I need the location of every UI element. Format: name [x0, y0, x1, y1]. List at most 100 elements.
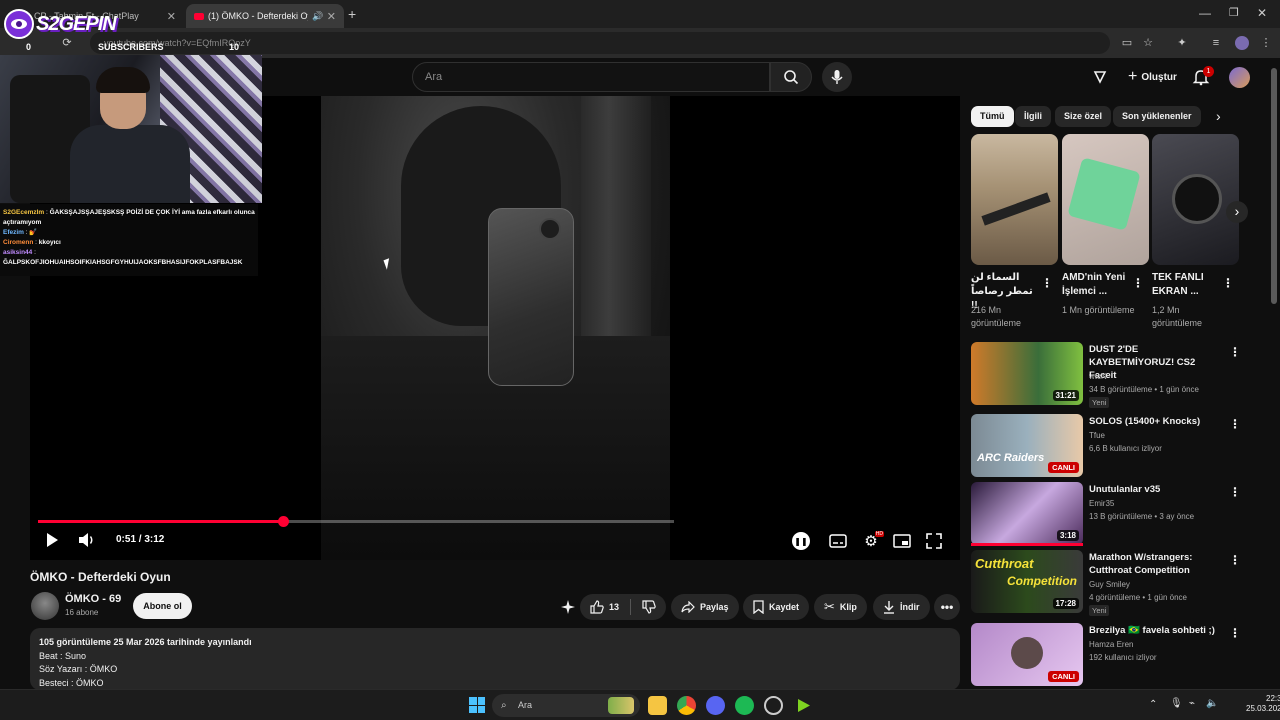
short-title[interactable]: AMD'nin Yeni İşlemci ...	[1062, 271, 1132, 299]
profile-icon[interactable]	[1235, 36, 1249, 50]
recommended-menu-icon[interactable]: ⋮	[1229, 626, 1241, 640]
like-button[interactable]: 13	[590, 600, 619, 614]
close-tab-icon[interactable]: ✕	[167, 10, 176, 23]
tray-chevron-icon[interactable]: ⌃	[1149, 699, 1157, 710]
settings-button[interactable]: ⚙ HD	[860, 531, 884, 551]
discord-icon[interactable]	[706, 696, 725, 715]
recommended-menu-icon[interactable]: ⋮	[1229, 345, 1241, 359]
recommended-channel[interactable]: wtcN	[1089, 370, 1229, 383]
spotify-icon[interactable]	[735, 696, 754, 715]
clip-button[interactable]: ✂ Klip	[814, 594, 867, 620]
more-actions-button[interactable]: •••	[934, 594, 960, 620]
new-tab-button[interactable]: +	[348, 6, 356, 22]
short-title[interactable]: TEK FANLI EKRAN ...	[1152, 271, 1222, 299]
recommended-meta: 192 kullanıcı izliyor	[1089, 653, 1157, 662]
search-button[interactable]	[770, 62, 812, 92]
premium-icon[interactable]	[1092, 69, 1108, 85]
recommended-thumbnail[interactable]: 3:18	[971, 482, 1083, 545]
download-button[interactable]: İndir	[873, 594, 930, 620]
short-cpu-shape	[1067, 157, 1141, 231]
recommended-menu-icon[interactable]: ⋮	[1229, 485, 1241, 499]
progress-scrubber[interactable]	[277, 516, 289, 527]
short-menu-icon[interactable]: ⋮	[1132, 276, 1144, 290]
recommended-channel[interactable]: Hamza Eren	[1089, 638, 1229, 651]
chat-text: ĞALPSKOFJIOHUAIHSOIFKIAHSGFGYHUIJAOKSFBH…	[3, 259, 243, 267]
taskbar-search[interactable]: ⌕ Ara	[492, 694, 640, 717]
recommended-menu-icon[interactable]: ⋮	[1229, 417, 1241, 431]
chip-related[interactable]: İlgili	[1015, 106, 1051, 127]
miniplayer-button[interactable]	[892, 532, 912, 550]
obs-icon[interactable]	[764, 696, 783, 715]
recommended-channel[interactable]: Emir35	[1089, 497, 1229, 510]
tray-network-icon[interactable]: ⌁	[1189, 698, 1195, 709]
cast-icon[interactable]: ▭	[1120, 36, 1134, 50]
channel-name[interactable]: ÖMKO - 69	[65, 593, 121, 605]
search-input[interactable]: Ara	[412, 62, 770, 92]
account-avatar[interactable]	[1229, 67, 1250, 88]
close-window-icon[interactable]: ✕	[1257, 6, 1267, 20]
more-dots-icon: •••	[940, 600, 954, 614]
channel-avatar[interactable]	[31, 592, 59, 620]
tray-volume-icon[interactable]: 🔈	[1206, 698, 1218, 709]
close-tab-icon[interactable]: ✕	[327, 10, 336, 23]
recommended-channel[interactable]: Tfue	[1089, 429, 1229, 442]
short-menu-icon[interactable]: ⋮	[1041, 276, 1053, 290]
recommended-channel[interactable]: Guy Smiley	[1089, 578, 1229, 591]
chip-for-you[interactable]: Size özel	[1055, 106, 1112, 127]
tab-youtube[interactable]: (1) ÖMKO - Defterdeki Oyun 🔊 ✕	[186, 4, 344, 28]
subtitles-button[interactable]	[828, 532, 848, 550]
browser-toolbar: ⟳ youtube.com/watch?v=EQfmIRQozY ▭ ☆ ✦ ≡…	[0, 28, 1280, 58]
short-rifle-shape	[981, 192, 1051, 226]
channel-subscriber-count: 16 abone	[65, 608, 99, 617]
fullscreen-button[interactable]	[924, 532, 944, 550]
chip-all[interactable]: Tümü	[971, 106, 1014, 127]
menu-dots-icon[interactable]: ⋮	[1259, 36, 1273, 50]
extensions-icon[interactable]: ✦	[1175, 36, 1189, 50]
play-button[interactable]	[42, 530, 62, 550]
short-thumbnail[interactable]	[971, 134, 1058, 265]
bookmark-star-icon[interactable]: ☆	[1141, 36, 1155, 50]
recommended-thumbnail[interactable]: ARC Raiders CANLI	[971, 414, 1083, 477]
minimize-icon[interactable]: —	[1199, 6, 1211, 20]
autoplay-toggle[interactable]: ❚❚	[792, 532, 810, 550]
page-scrollbar[interactable]	[1271, 68, 1277, 304]
short-menu-icon[interactable]: ⋮	[1222, 276, 1234, 290]
recommended-menu-icon[interactable]: ⋮	[1229, 553, 1241, 567]
chip-recent[interactable]: Son yüklenenler	[1113, 106, 1201, 127]
short-thumbnail[interactable]	[1062, 134, 1149, 265]
recommended-title[interactable]: Brezilya 🇧🇷 favela sohbeti ;)	[1089, 624, 1219, 637]
recommended-thumbnail[interactable]: CANLI	[971, 623, 1083, 686]
volume-button[interactable]	[77, 530, 97, 550]
ai-sparkle-icon[interactable]	[561, 600, 575, 614]
shorts-next-button[interactable]: ›	[1226, 201, 1248, 223]
tray-mic-icon[interactable]: 🎙	[1170, 698, 1183, 709]
taskbar-clock[interactable]: 22:38 25.03.2026	[1246, 694, 1280, 714]
playlist-icon[interactable]: ≡	[1209, 36, 1223, 50]
streaming-app-icon[interactable]	[794, 696, 813, 715]
short-thumbnail[interactable]	[1152, 134, 1239, 265]
recommended-title[interactable]: Unutulanlar v35	[1089, 483, 1219, 496]
windows-start-icon[interactable]	[469, 697, 485, 713]
recommended-title[interactable]: Marathon W/strangers: Cutthroat Competit…	[1089, 551, 1219, 577]
voice-search-button[interactable]	[822, 62, 852, 92]
recommended-thumbnail[interactable]: Cutthroat Competition 17:28	[971, 550, 1083, 613]
maximize-icon[interactable]: ❐	[1229, 6, 1239, 19]
address-bar[interactable]: youtube.com/watch?v=EQfmIRQozY	[90, 32, 1110, 54]
recommended-thumbnail[interactable]: 31:21	[971, 342, 1083, 405]
description-box[interactable]: 105 görüntüleme 25 Mar 2026 tarihinde ya…	[30, 628, 960, 690]
save-button[interactable]: Kaydet	[743, 594, 810, 620]
chips-next-icon[interactable]: ›	[1216, 108, 1221, 124]
create-button[interactable]: + Oluştur	[1118, 64, 1187, 90]
chrome-icon[interactable]	[677, 696, 696, 715]
progress-bar[interactable]	[38, 516, 674, 527]
file-explorer-icon[interactable]	[648, 696, 667, 715]
audio-playing-icon[interactable]: 🔊	[312, 11, 323, 22]
pause-icon: ❚❚	[794, 536, 808, 546]
chat-message: Efezim : 💅	[3, 229, 38, 237]
recommended-meta: 13 B görüntüleme • 3 ay önce	[1089, 512, 1195, 521]
thumbs-down-icon[interactable]	[642, 600, 656, 614]
recommended-title[interactable]: SOLOS (15400+ Knocks)	[1089, 415, 1219, 428]
taskbar-search-icon: ⌕	[501, 700, 507, 711]
subscribe-button[interactable]: Abone ol	[133, 593, 192, 619]
share-button[interactable]: Paylaş	[671, 594, 739, 620]
